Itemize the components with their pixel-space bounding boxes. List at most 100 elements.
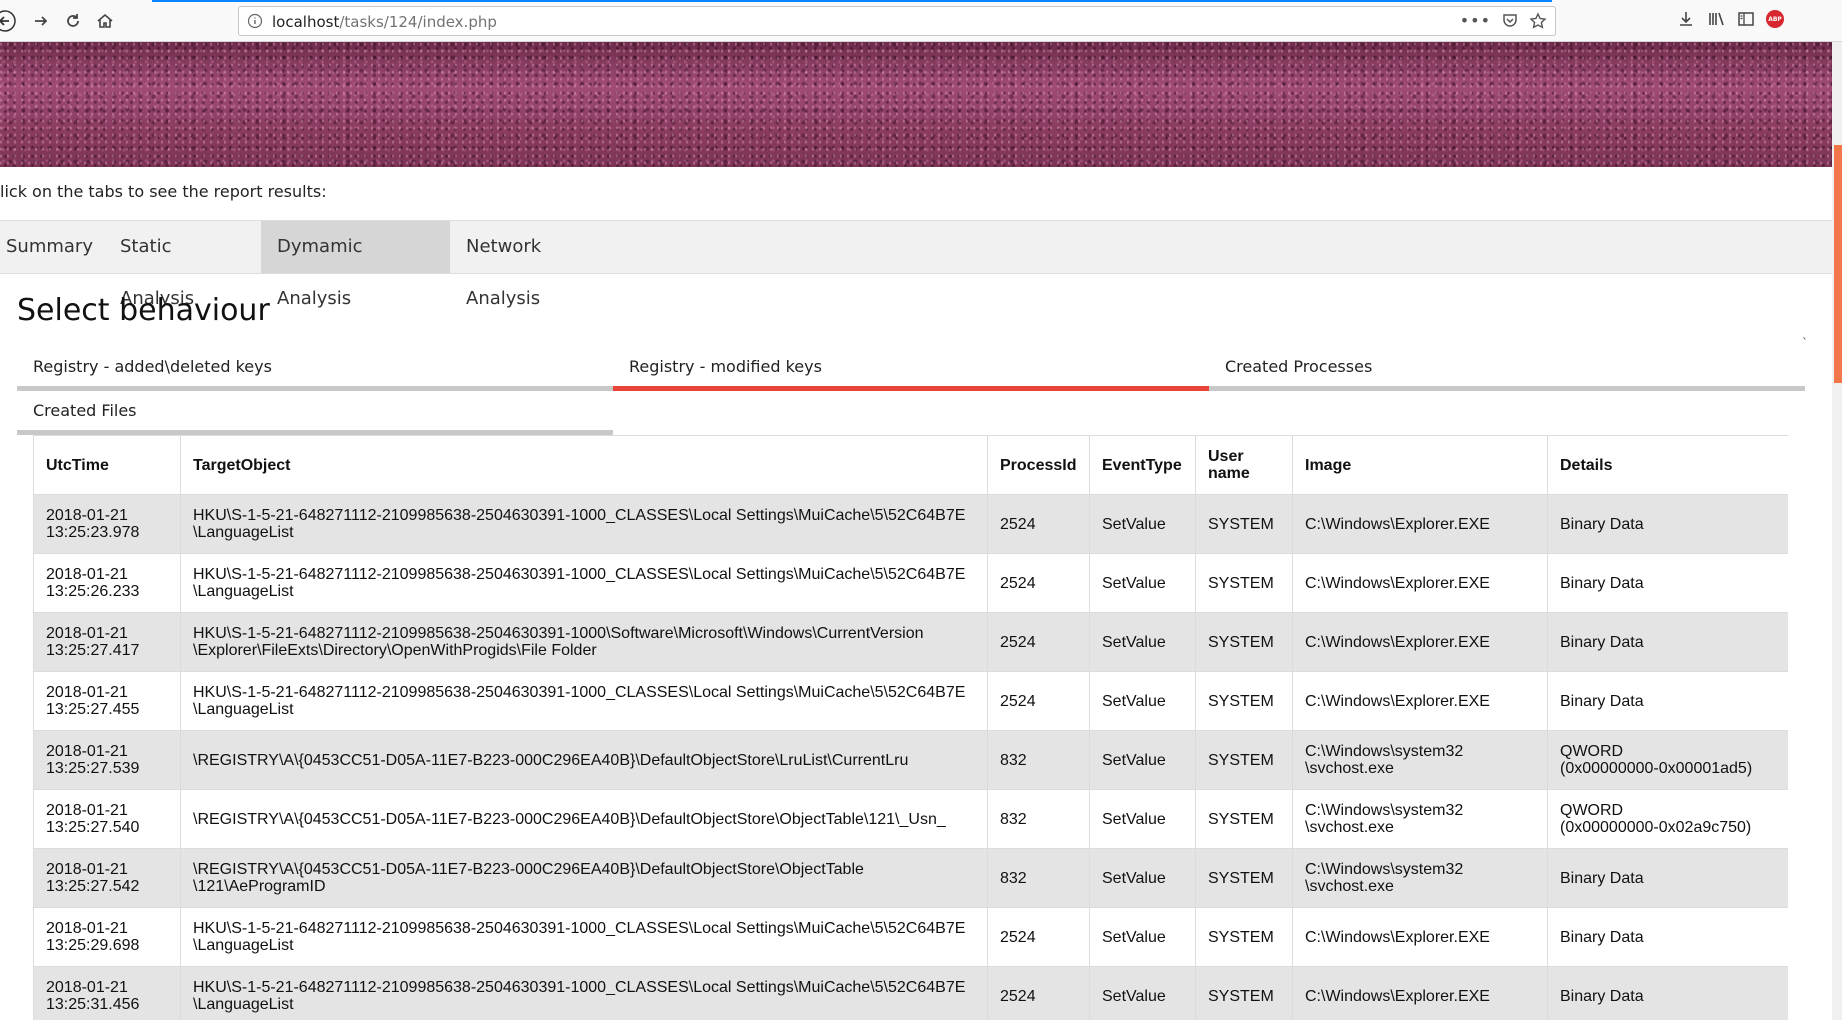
column-header-details[interactable]: Details — [1547, 435, 1788, 495]
cell-eventtype: SetValue — [1089, 730, 1196, 790]
adblock-icon[interactable]: ABP — [1766, 10, 1784, 28]
reload-button[interactable] — [60, 8, 86, 34]
cell-username: SYSTEM — [1195, 966, 1293, 1020]
back-icon — [0, 10, 16, 32]
tab-summary[interactable]: Summary — [0, 221, 104, 273]
cell-details: Binary Data — [1547, 907, 1788, 967]
section-title: Select behaviour — [17, 293, 270, 328]
sidebar-icon[interactable] — [1736, 9, 1756, 29]
subtab-registry-added-deleted[interactable]: Registry - added\deleted keys — [17, 347, 613, 391]
cell-processid: 2524 — [987, 966, 1090, 1020]
cell-processid: 2524 — [987, 612, 1090, 672]
cell-image: C:\Windows\Explorer.EXE — [1292, 671, 1548, 731]
cell-utctime: 2018-01-21 13:25:27.455 — [33, 671, 181, 731]
cell-processid: 2524 — [987, 553, 1090, 613]
column-header-utctime[interactable]: UtcTime — [33, 435, 181, 495]
table-row[interactable]: 2018-01-21 13:25:31.456 HKU\S-1-5-21-6482… — [33, 966, 1788, 1020]
cell-image: C:\Windows\Explorer.EXE — [1292, 612, 1548, 672]
table-body: 2018-01-21 13:25:23.978 HKU\S-1-5-21-6482… — [33, 494, 1788, 1020]
browser-toolbar: localhost/tasks/124/index.php ••• ABP — [0, 0, 1842, 42]
cell-eventtype: SetValue — [1089, 612, 1196, 672]
cell-utctime: 2018-01-21 13:25:27.539 — [33, 730, 181, 790]
header-banner-image — [0, 42, 1832, 167]
pocket-icon[interactable] — [1501, 12, 1519, 30]
cell-details: Binary Data — [1547, 671, 1788, 731]
library-icon[interactable] — [1706, 9, 1726, 29]
table-row[interactable]: 2018-01-21 13:25:27.417 HKU\S-1-5-21-6482… — [33, 612, 1788, 672]
cell-targetobject: HKU\S-1-5-21-648271112-2109985638-250463… — [180, 966, 988, 1020]
cell-utctime: 2018-01-21 13:25:27.542 — [33, 848, 181, 908]
table-row[interactable]: 2018-01-21 13:25:27.542 \REGISTRY\A\{0453… — [33, 848, 1788, 908]
column-header-eventtype[interactable]: EventType — [1089, 435, 1196, 495]
address-bar[interactable]: localhost/tasks/124/index.php ••• — [238, 6, 1556, 36]
cell-targetobject: \REGISTRY\A\{0453CC51-D05A-11E7-B223-000… — [180, 730, 988, 790]
tab-network-analysis[interactable]: Network Analysis — [450, 221, 630, 309]
cell-utctime: 2018-01-21 13:25:31.456 — [33, 966, 181, 1020]
home-icon — [97, 13, 113, 28]
cell-details: QWORD (0x00000000-0x02a9c750) — [1547, 789, 1788, 849]
table-row[interactable]: 2018-01-21 13:25:27.455 HKU\S-1-5-21-6482… — [33, 671, 1788, 731]
cell-processid: 832 — [987, 730, 1090, 790]
subtab-label: Created Processes — [1225, 357, 1373, 376]
url-host: localhost — [272, 13, 340, 31]
cell-eventtype: SetValue — [1089, 671, 1196, 731]
cell-image: C:\Windows\Explorer.EXE — [1292, 553, 1548, 613]
subtab-registry-modified[interactable]: Registry - modified keys — [613, 347, 1209, 391]
cell-image: C:\Windows\system32 \svchost.exe — [1292, 730, 1548, 790]
column-header-processid[interactable]: ProcessId — [987, 435, 1090, 495]
bookmark-star-icon[interactable] — [1529, 11, 1547, 30]
active-tab-indicator — [152, 0, 1552, 2]
registry-modified-table: UtcTime TargetObject ProcessId EventType… — [33, 435, 1788, 1020]
home-button[interactable] — [92, 8, 118, 34]
table-row[interactable]: 2018-01-21 13:25:26.233 HKU\S-1-5-21-6482… — [33, 553, 1788, 613]
cell-eventtype: SetValue — [1089, 553, 1196, 613]
reload-icon — [67, 14, 79, 27]
url-path: /tasks/124/index.php — [339, 13, 497, 31]
main-tab-bar: Summary Static Analysis Dymamic Analysis… — [0, 220, 1832, 309]
cell-utctime: 2018-01-21 13:25:23.978 — [33, 494, 181, 554]
cell-username: SYSTEM — [1195, 612, 1293, 672]
cell-username: SYSTEM — [1195, 494, 1293, 554]
cell-processid: 832 — [987, 848, 1090, 908]
back-button[interactable] — [0, 8, 18, 34]
cell-targetobject: HKU\S-1-5-21-648271112-2109985638-250463… — [180, 671, 988, 731]
cell-image: C:\Windows\Explorer.EXE — [1292, 907, 1548, 967]
cell-processid: 2524 — [987, 671, 1090, 731]
tab-dynamic-analysis[interactable]: Dymamic Analysis — [261, 221, 450, 309]
table-row[interactable]: 2018-01-21 13:25:23.978 HKU\S-1-5-21-6482… — [33, 494, 1788, 554]
table-row[interactable]: 2018-01-21 13:25:27.540 \REGISTRY\A\{0453… — [33, 789, 1788, 849]
registry-table-container[interactable]: UtcTime TargetObject ProcessId EventType… — [33, 435, 1788, 1020]
tab-static-analysis[interactable]: Static Analysis — [104, 221, 261, 309]
cell-image: C:\Windows\system32 \svchost.exe — [1292, 789, 1548, 849]
subtab-created-processes[interactable]: Created Processes — [1209, 347, 1805, 391]
download-icon[interactable] — [1676, 9, 1696, 29]
forward-button[interactable] — [28, 8, 54, 34]
url-text: localhost/tasks/124/index.php — [272, 13, 497, 31]
cell-details: Binary Data — [1547, 612, 1788, 672]
cell-eventtype: SetValue — [1089, 494, 1196, 554]
table-row[interactable]: 2018-01-21 13:25:29.698 HKU\S-1-5-21-6482… — [33, 907, 1788, 967]
cell-details: Binary Data — [1547, 966, 1788, 1020]
page-scrollbar-thumb[interactable] — [1834, 145, 1842, 383]
forward-icon — [35, 16, 48, 26]
cell-username: SYSTEM — [1195, 907, 1293, 967]
cell-details: Binary Data — [1547, 848, 1788, 908]
cell-username: SYSTEM — [1195, 671, 1293, 731]
cell-eventtype: SetValue — [1089, 848, 1196, 908]
cell-eventtype: SetValue — [1089, 966, 1196, 1020]
cell-processid: 2524 — [987, 907, 1090, 967]
info-icon[interactable] — [247, 13, 263, 29]
column-header-image[interactable]: Image — [1292, 435, 1548, 495]
subtab-created-files[interactable]: Created Files — [17, 391, 613, 435]
cell-username: SYSTEM — [1195, 553, 1293, 613]
more-icon[interactable]: ••• — [1460, 11, 1491, 30]
table-row[interactable]: 2018-01-21 13:25:27.539 \REGISTRY\A\{0453… — [33, 730, 1788, 790]
cell-image: C:\Windows\Explorer.EXE — [1292, 494, 1548, 554]
cell-username: SYSTEM — [1195, 730, 1293, 790]
column-header-targetobject[interactable]: TargetObject — [180, 435, 988, 495]
cell-targetobject: HKU\S-1-5-21-648271112-2109985638-250463… — [180, 494, 988, 554]
column-header-username[interactable]: User name — [1195, 435, 1293, 495]
cell-utctime: 2018-01-21 13:25:26.233 — [33, 553, 181, 613]
cell-utctime: 2018-01-21 13:25:29.698 — [33, 907, 181, 967]
cell-details: Binary Data — [1547, 553, 1788, 613]
